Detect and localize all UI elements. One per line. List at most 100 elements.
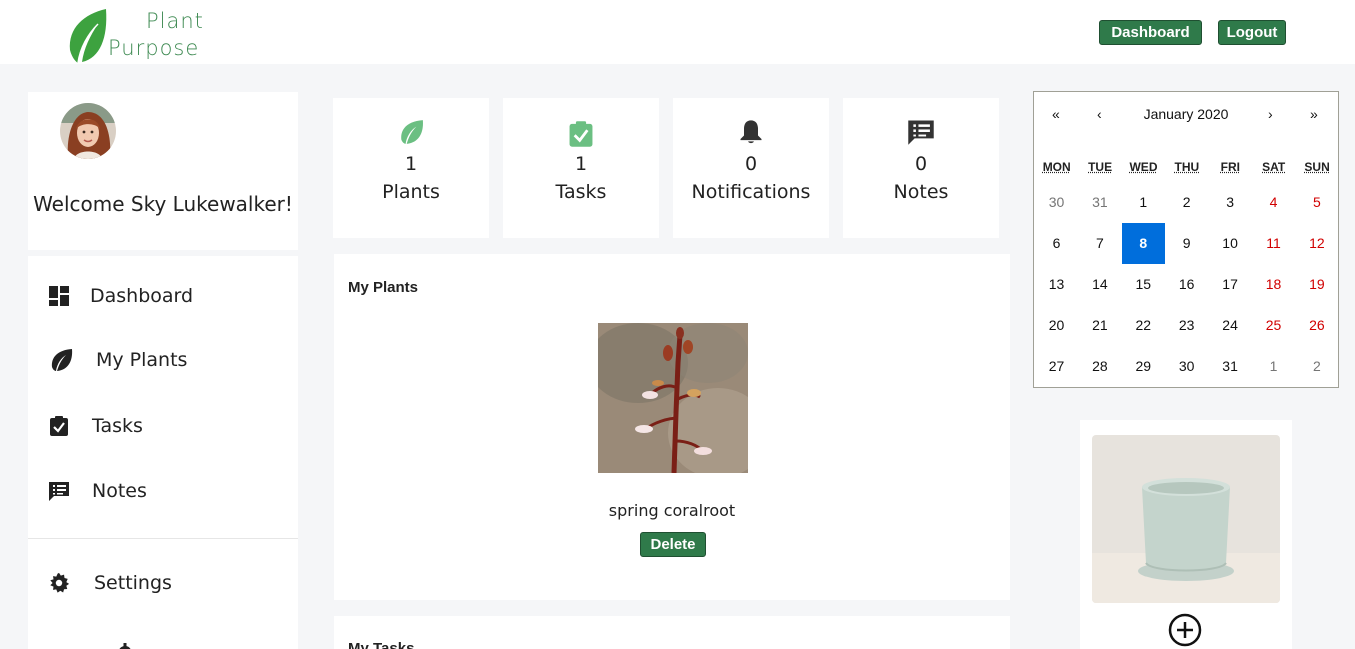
pot-image [1092,435,1280,603]
calendar-weekday-header: TUE [1088,160,1113,174]
calendar-day[interactable]: 6 [1035,223,1078,264]
plant-name: spring coralroot [608,501,736,520]
sidebar-divider [28,538,298,539]
stat-label: Tasks [555,181,607,203]
avatar[interactable] [60,103,116,159]
calendar-day[interactable]: 10 [1209,223,1252,264]
logo-line-1: Plant [146,9,204,33]
sidebar-item-label: Notes [92,480,147,502]
logo-leaf-icon [69,9,107,64]
calendar-weekday-header: THU [1174,160,1200,174]
calendar-weekday-header: FRI [1220,160,1240,174]
bell-icon [740,120,762,144]
nav-dashboard-button[interactable]: Dashboard [1099,20,1202,45]
sidebar-item-dashboard[interactable]: Dashboard [28,276,298,316]
calendar-day[interactable]: 23 [1165,305,1208,346]
calendar-weekday-header: MON [1042,160,1071,174]
calendar-title[interactable]: January 2020 [1034,106,1338,122]
calendar-day[interactable]: 19 [1295,264,1338,305]
sidebar-item-label: Settings [94,572,172,594]
calendar: « ‹ January 2020 › » MON TUE WED THU FRI SAT S… [1033,91,1339,388]
calendar-day[interactable]: 16 [1165,264,1208,305]
calendar-day[interactable]: 22 [1122,305,1165,346]
sidebar-item-label: Dashboard [90,285,194,307]
calendar-next-month-button[interactable]: › [1268,106,1273,122]
sidebar-item-label: My Plants [96,349,188,371]
logout-button[interactable]: Logout [1218,20,1286,45]
stat-card-plants[interactable]: 1 Plants [333,98,489,238]
calendar-day[interactable]: 11 [1252,223,1295,264]
stat-card-notes[interactable]: 0 Notes [843,98,999,238]
clipboard-check-icon [50,416,68,436]
stat-value: 1 [574,153,588,175]
calendar-day[interactable]: 13 [1035,264,1078,305]
welcome-message: Welcome Sky Lukewalker! [33,192,293,216]
calendar-day[interactable]: 9 [1165,223,1208,264]
calendar-weekday-header: SUN [1304,160,1330,174]
calendar-day[interactable]: 30 [1165,346,1208,387]
stat-value: 0 [914,153,928,175]
calendar-day[interactable]: 2 [1295,346,1338,387]
partial-icon [119,643,131,649]
calendar-day[interactable]: 15 [1122,264,1165,305]
note-icon [49,482,69,501]
gear-icon [50,572,70,593]
stat-card-tasks[interactable]: 1 Tasks [503,98,659,238]
calendar-day[interactable]: 3 [1209,182,1252,223]
calendar-day[interactable]: 17 [1209,264,1252,305]
calendar-day[interactable]: 25 [1252,305,1295,346]
calendar-day[interactable]: 1 [1122,182,1165,223]
logo[interactable]: Plant Purpose [66,8,216,64]
top-bar: Plant Purpose Dashboard Logout [0,0,1355,64]
sidebar: Dashboard My Plants Tasks Notes Settings [28,256,298,649]
calendar-day[interactable]: 7 [1078,223,1121,264]
calendar-day[interactable]: 31 [1209,346,1252,387]
calendar-day[interactable]: 27 [1035,346,1078,387]
calendar-day[interactable]: 21 [1078,305,1121,346]
calendar-day[interactable]: 24 [1209,305,1252,346]
stat-card-notifications[interactable]: 0 Notifications [673,98,829,238]
my-tasks-panel: My Tasks [334,616,1010,649]
calendar-day[interactable]: 31 [1078,182,1121,223]
stat-value: 0 [744,153,758,175]
calendar-day[interactable]: 1 [1252,346,1295,387]
section-title: My Plants [348,279,419,296]
calendar-weekday-header: SAT [1262,160,1286,174]
sidebar-item-notes[interactable]: Notes [28,471,298,511]
stat-label: Notifications [691,181,811,203]
sidebar-item-settings[interactable]: Settings [28,563,298,603]
profile-card: Welcome Sky Lukewalker! [28,92,298,250]
delete-plant-button[interactable]: Delete [640,532,706,557]
calendar-day[interactable]: 8 [1121,223,1165,264]
sidebar-item-my-plants[interactable]: My Plants [28,340,298,380]
calendar-day[interactable]: 4 [1252,182,1295,223]
calendar-day[interactable]: 14 [1078,264,1121,305]
calendar-day[interactable]: 12 [1295,223,1338,264]
plant-image[interactable] [598,323,748,473]
leaf-icon [401,120,423,144]
calendar-next-year-button[interactable]: » [1310,106,1318,122]
dashboard-icon [49,286,69,306]
my-plants-panel: My Plants spring coralroot Delete [334,254,1010,600]
note-icon [908,120,934,145]
calendar-day[interactable]: 30 [1035,182,1078,223]
calendar-weekday-header: WED [1129,160,1158,174]
clipboard-check-icon [569,121,593,147]
calendar-day[interactable]: 28 [1078,346,1121,387]
sidebar-item-label: Tasks [92,415,143,437]
calendar-day[interactable]: 5 [1295,182,1338,223]
stat-value: 1 [404,153,418,175]
calendar-day[interactable]: 2 [1165,182,1208,223]
calendar-day[interactable]: 29 [1122,346,1165,387]
logo-line-2: Purpose [108,36,200,60]
sidebar-item-tasks[interactable]: Tasks [28,406,298,446]
stat-label: Notes [893,181,949,203]
add-plant-card [1080,420,1292,649]
calendar-day[interactable]: 18 [1252,264,1295,305]
add-plant-icon[interactable] [1168,613,1202,647]
calendar-day[interactable]: 20 [1035,305,1078,346]
leaf-icon [51,349,73,371]
calendar-day[interactable]: 26 [1295,305,1338,346]
section-title: My Tasks [348,640,415,649]
avatar-image [60,103,116,159]
